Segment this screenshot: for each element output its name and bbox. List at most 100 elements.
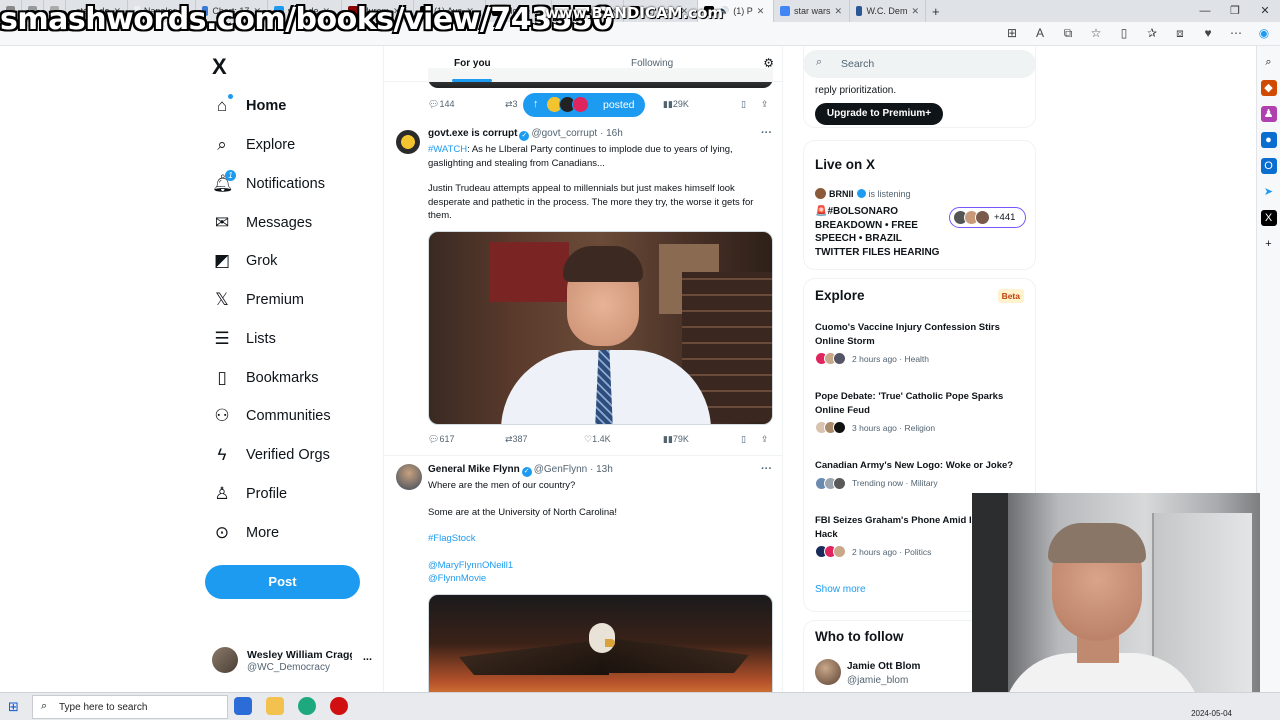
trend-item[interactable]: Cuomo's Vaccine Injury Confession Stirs … (815, 321, 1027, 365)
favorite-star-icon[interactable]: ☆ (1088, 26, 1104, 41)
space-title[interactable]: 🚨#BOLSONARO BREAKDOWN • FREE SPEECH • BR… (815, 205, 945, 259)
nav-more[interactable]: ⊙ More (212, 523, 279, 543)
mention-link[interactable]: @FlynnMovie (428, 572, 768, 586)
browser-tab[interactable]: W.C. Dem ✕ (850, 0, 926, 22)
trend-title: Cuomo's Vaccine Injury Confession Stirs … (815, 322, 1000, 347)
new-posts-pill[interactable]: ↑ posted (523, 93, 645, 117)
close-window-icon[interactable]: ✕ (1250, 0, 1280, 22)
bookmark-icon[interactable]: ▯ (741, 434, 746, 445)
games-icon[interactable]: ● (1260, 132, 1277, 148)
reply-button[interactable]: 💬︎ 144 (428, 99, 454, 110)
collections-icon[interactable]: ⧈ (1172, 26, 1188, 41)
nav-verified-orgs[interactable]: ϟ Verified Orgs (212, 445, 330, 465)
tab-close-icon[interactable]: ✕ (911, 6, 919, 17)
nav-grok[interactable]: ◩ Grok (212, 251, 277, 271)
tab-label: W.C. Dem (866, 6, 908, 16)
nav-premium[interactable]: 𝕏 Premium (212, 290, 304, 310)
reply-button[interactable]: 💬︎ 617 (428, 434, 454, 445)
tools-icon[interactable]: ♟ (1260, 106, 1277, 122)
tab-for-you[interactable]: For you (454, 58, 491, 69)
extension-icon[interactable]: ⧉ (1060, 26, 1076, 41)
author-name[interactable]: govt.exe is corrupt (428, 128, 517, 139)
trend-meta: Trending now · Military (815, 476, 1027, 490)
tweet-image[interactable] (428, 594, 773, 692)
tweet[interactable]: General Mike Flynn ✓ @GenFlynn · 13h ··· W… (384, 456, 782, 692)
avatar[interactable] (815, 659, 841, 685)
bookmark-icon[interactable]: ▯ (741, 99, 746, 110)
avatar[interactable] (396, 464, 422, 490)
gear-icon[interactable]: ⚙ (763, 56, 774, 70)
like-button[interactable]: ♡ 1.4K (584, 434, 611, 445)
minimize-icon[interactable]: — (1190, 0, 1220, 22)
avatar[interactable] (396, 130, 420, 154)
nav-home[interactable]: ⌂ Home (212, 94, 286, 116)
suggested-user-name[interactable]: Jamie Ott Blom (847, 661, 920, 672)
hashtag-link[interactable]: #FlagStock (428, 532, 768, 546)
tab-close-icon[interactable]: ✕ (835, 6, 843, 17)
shopping-icon[interactable]: ◆ (1260, 80, 1277, 96)
app-available-icon[interactable]: ⊞ (1004, 26, 1020, 41)
read-aloud-icon[interactable]: A (1032, 26, 1048, 41)
search-box[interactable]: ⌕ (803, 50, 1036, 78)
hashtag-link[interactable]: #WATCH (428, 144, 467, 155)
search-input[interactable] (841, 56, 1021, 72)
tab-close-icon[interactable]: ✕ (757, 6, 765, 17)
account-switcher[interactable]: Wesley William Cragg @WC_Democracy ... (212, 645, 377, 675)
views-button[interactable]: ▮▮ 79K (663, 434, 689, 445)
tweet-video[interactable] (428, 231, 773, 425)
nav-explore[interactable]: ⌕ Explore (212, 135, 295, 155)
telegram-icon[interactable]: ➤ (1261, 184, 1277, 200)
bandicam-icon[interactable] (330, 697, 348, 715)
trend-item[interactable]: Canadian Army's New Logo: Woke or Joke? … (815, 459, 1027, 490)
suggested-user-handle[interactable]: @jamie_blom (847, 675, 908, 686)
add-icon[interactable]: + (1261, 236, 1277, 252)
more-dots-icon[interactable]: ... (363, 651, 372, 663)
more-dots-icon[interactable]: ··· (761, 463, 772, 475)
repost-button[interactable]: ⇄ 3 (505, 99, 518, 110)
search-icon[interactable]: ⌕ (1261, 54, 1277, 70)
show-more-link[interactable]: Show more (815, 584, 866, 595)
views-button[interactable]: ▮▮ 29K (663, 99, 689, 110)
restore-icon[interactable]: ❐ (1220, 0, 1250, 22)
nav-messages[interactable]: ✉ Messages (212, 213, 312, 233)
tab-label: star wars (794, 6, 831, 16)
verified-badge-icon (856, 189, 866, 198)
favorites-icon[interactable]: ✰ (1144, 26, 1160, 41)
x-logo-icon[interactable]: X (212, 54, 227, 80)
menu-dots-icon[interactable]: ⋯ (1228, 26, 1244, 41)
tweet-time[interactable]: · 13h (590, 464, 613, 475)
listeners-pill[interactable]: +441 (949, 207, 1026, 228)
tab-following[interactable]: Following (631, 58, 673, 69)
outlook-icon[interactable]: O (1260, 158, 1277, 174)
nav-lists[interactable]: ☰ Lists (212, 329, 275, 349)
repost-button[interactable]: ⇄ 387 (505, 434, 528, 445)
store-icon[interactable] (234, 697, 252, 715)
tweet[interactable]: govt.exe is corrupt ✓ @govt_corrupt · 16h … (384, 120, 782, 456)
nav-profile[interactable]: ♙ Profile (212, 484, 287, 504)
edge-icon[interactable] (298, 697, 316, 715)
new-tab-button[interactable]: + (926, 0, 946, 22)
upgrade-premium-button[interactable]: Upgrade to Premium+ (815, 103, 943, 125)
author-name[interactable]: General Mike Flynn (428, 464, 520, 475)
trend-item[interactable]: Pope Debate: 'True' Catholic Pope Sparks… (815, 390, 1027, 434)
author-handle[interactable]: @GenFlynn (534, 464, 588, 475)
post-button[interactable]: Post (205, 565, 360, 599)
performance-icon[interactable]: ♥ (1200, 26, 1216, 41)
mention-link[interactable]: @MaryFlynnONeill1 (428, 559, 768, 573)
windows-start-icon[interactable]: ⊞ (8, 699, 19, 715)
copilot-icon[interactable]: ◉ (1256, 26, 1272, 41)
nav-communities[interactable]: ⚇ Communities (212, 406, 330, 426)
nav-notifications[interactable]: 🔔︎ 1 Notifications (212, 170, 325, 194)
space-host[interactable]: BRNII is listening (815, 188, 911, 199)
author-handle[interactable]: @govt_corrupt (531, 128, 597, 139)
tweet-time[interactable]: · 16h (600, 128, 623, 139)
x-app-icon[interactable]: X (1260, 210, 1277, 226)
more-dots-icon[interactable]: ··· (761, 127, 772, 139)
taskbar-search[interactable]: ⌕ Type here to search (32, 695, 228, 719)
share-icon[interactable]: ⇪ (761, 434, 769, 445)
nav-bookmarks[interactable]: ▯ Bookmarks (212, 368, 318, 388)
share-icon[interactable]: ⇪ (761, 99, 769, 110)
split-screen-icon[interactable]: ▯ (1116, 26, 1132, 41)
browser-tab[interactable]: star wars ✕ (774, 0, 850, 22)
file-explorer-icon[interactable] (266, 697, 284, 715)
